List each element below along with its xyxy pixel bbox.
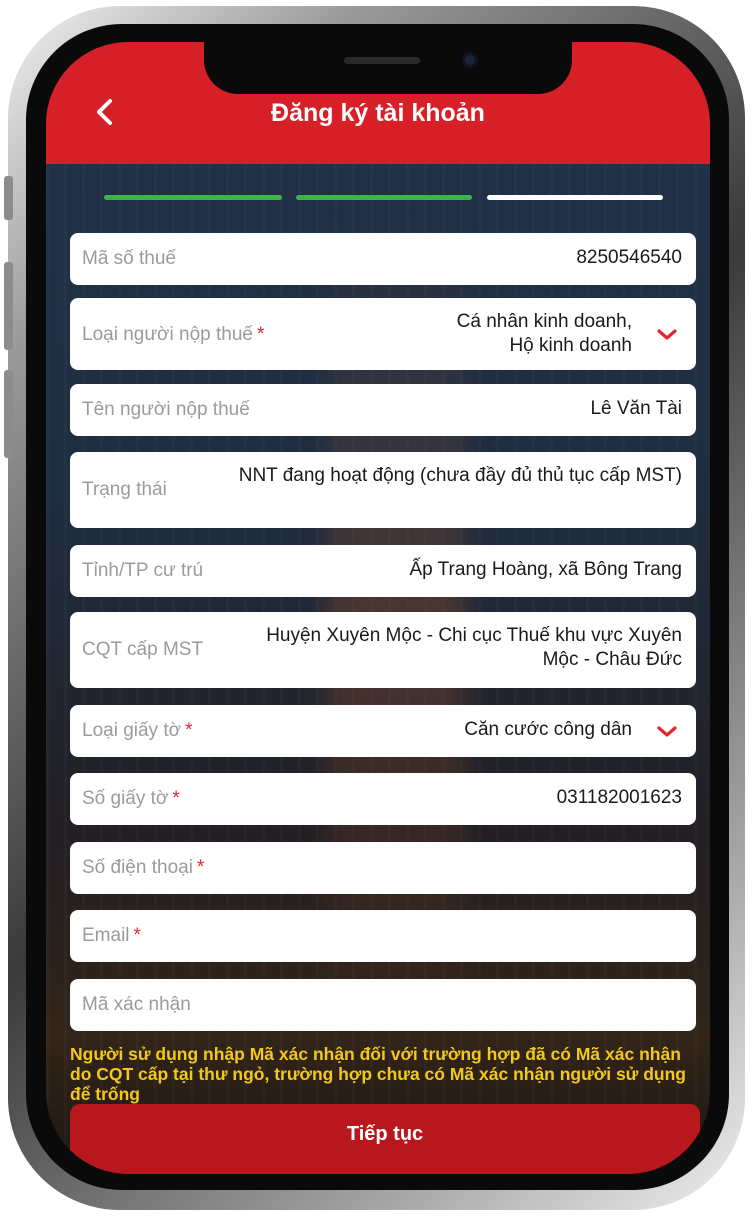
document-number-input[interactable]: Số giấy tờ * 031182001623 xyxy=(70,773,696,825)
speaker-grille xyxy=(344,57,420,64)
phone-side-button xyxy=(4,176,13,220)
tax-code-value: 8250546540 xyxy=(576,247,682,268)
required-mark: * xyxy=(172,788,180,809)
email-input[interactable]: Email * xyxy=(70,910,696,962)
taxpayer-type-label: Loại người nộp thuế * xyxy=(82,324,265,345)
status-field: Trạng thái NNT đang hoạt động (chưa đầy … xyxy=(70,452,696,528)
phone-volume-down-button xyxy=(4,370,13,458)
document-number-label: Số giấy tờ * xyxy=(82,788,180,809)
email-label: Email * xyxy=(82,925,141,946)
taxpayer-type-select[interactable]: Loại người nộp thuế * Cá nhân kinh doanh,… xyxy=(70,298,696,370)
status-value: NNT đang hoạt động (chưa đầy đủ thủ tục … xyxy=(238,465,682,486)
document-type-label: Loại giấy tờ * xyxy=(82,720,193,741)
verification-code-note: Người sử dụng nhập Mã xác nhận đối với t… xyxy=(70,1044,686,1104)
progress-steps xyxy=(46,195,710,201)
continue-button-label: Tiếp tục xyxy=(346,1123,424,1145)
phone-input[interactable]: Số điện thoại * xyxy=(70,842,696,894)
required-mark: * xyxy=(256,324,265,345)
issuing-authority-label: CQT cấp MST xyxy=(82,639,204,660)
residence-value: Ấp Trang Hoàng, xã Bông Trang xyxy=(409,559,682,580)
page-title: Đăng ký tài khoản xyxy=(271,99,485,127)
tax-code-label: Mã số thuế xyxy=(82,248,176,269)
required-mark: * xyxy=(133,925,141,946)
step-indicator-1 xyxy=(104,195,282,200)
residence-field: Tỉnh/TP cư trú Ấp Trang Hoàng, xã Bông T… xyxy=(70,545,696,597)
document-type-select[interactable]: Loại giấy tờ * Căn cước công dân xyxy=(70,705,696,757)
taxpayer-name-label: Tên người nộp thuế xyxy=(82,399,250,420)
required-mark: * xyxy=(196,857,205,878)
step-indicator-3 xyxy=(487,195,663,200)
status-label: Trạng thái xyxy=(82,479,167,500)
document-number-value: 031182001623 xyxy=(556,787,682,808)
tax-code-field: Mã số thuế 8250546540 xyxy=(70,233,696,285)
residence-label: Tỉnh/TP cư trú xyxy=(82,560,204,581)
verification-code-label: Mã xác nhận xyxy=(82,994,191,1015)
taxpayer-name-value: Lê Văn Tài xyxy=(590,398,682,419)
verification-code-input[interactable]: Mã xác nhận xyxy=(70,979,696,1031)
issuing-authority-value: Huyện Xuyên Mộc - Chi cục Thuế khu vực X… xyxy=(266,625,682,670)
document-type-value: Căn cước công dân xyxy=(464,719,632,740)
required-mark: * xyxy=(185,720,193,741)
taxpayer-name-field: Tên người nộp thuế Lê Văn Tài xyxy=(70,384,696,436)
step-indicator-2 xyxy=(296,195,472,200)
issuing-authority-field: CQT cấp MST Huyện Xuyên Mộc - Chi cục Th… xyxy=(70,612,696,688)
app-screen: Đăng ký tài khoản Mã số thuế 8250546540 … xyxy=(46,42,710,1174)
phone-volume-up-button xyxy=(4,262,13,350)
front-camera xyxy=(462,52,478,68)
continue-button[interactable]: Tiếp tục xyxy=(70,1104,700,1174)
phone-notch xyxy=(204,42,572,94)
chevron-down-icon[interactable] xyxy=(656,725,678,739)
phone-label: Số điện thoại * xyxy=(82,857,205,878)
taxpayer-type-value: Cá nhân kinh doanh, Hộ kinh doanh xyxy=(456,311,632,356)
chevron-down-icon[interactable] xyxy=(656,328,678,342)
